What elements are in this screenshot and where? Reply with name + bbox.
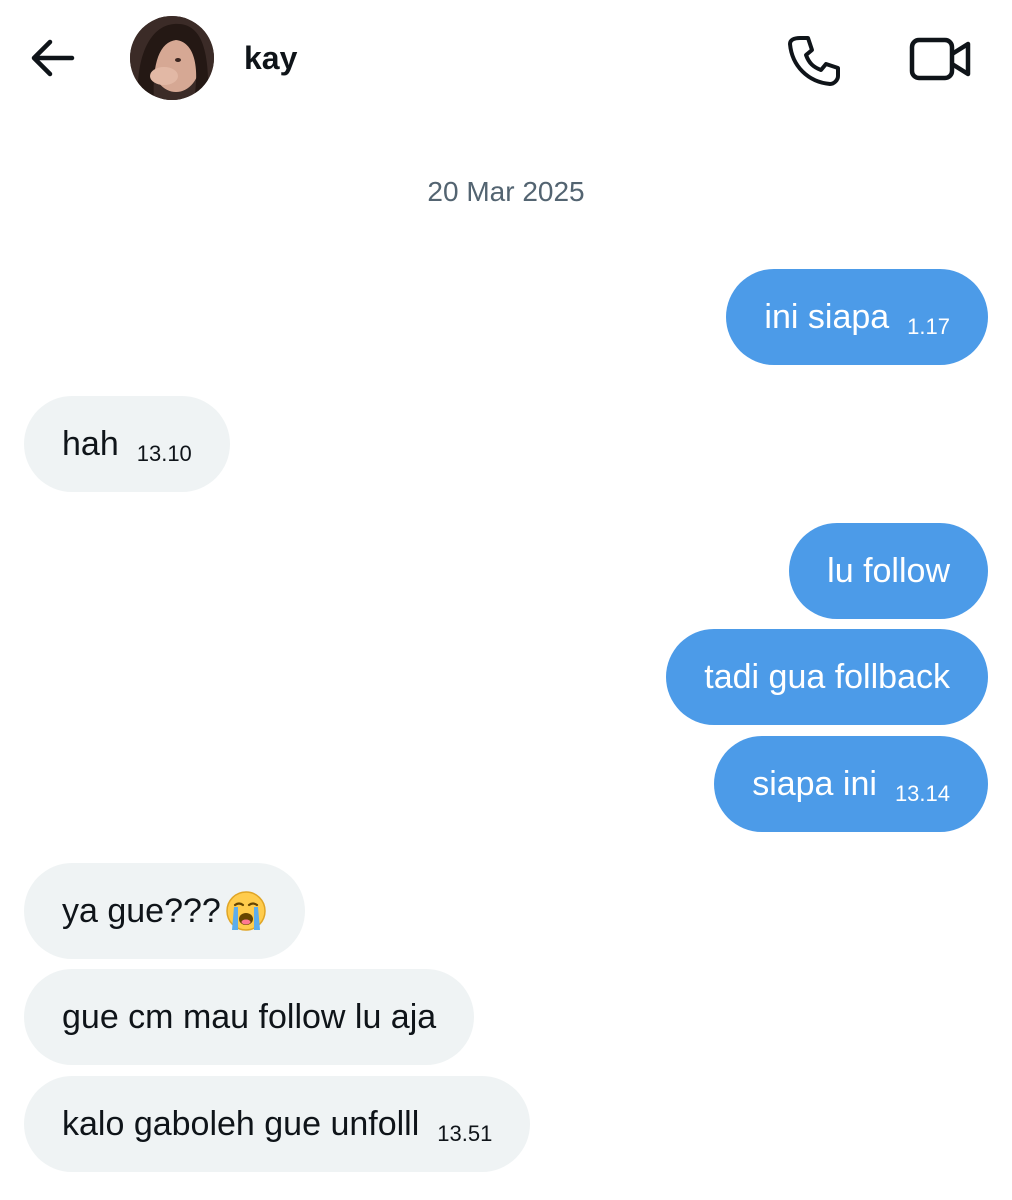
message-bubble-incoming[interactable]: kalo gaboleh gue unfolll 13.51 [24,1076,531,1172]
message-text: hah [62,424,119,463]
message-time: 13.10 [136,441,192,466]
message-text: ya gue??? [62,891,221,930]
message-text: gue cm mau follow lu aja [62,997,437,1036]
avatar-image [130,16,214,100]
back-button[interactable] [28,36,76,80]
loudly-crying-face-icon [226,891,266,931]
phone-icon [788,36,840,86]
message-time: 1.17 [907,314,950,339]
chat-header: kay [0,0,1012,118]
message-bubble-outgoing[interactable]: lu follow [789,523,988,619]
message-bubble-outgoing[interactable]: ini siapa 1.17 [726,269,988,365]
message-bubble-outgoing[interactable]: siapa ini 13.14 [714,736,988,832]
message-time: 13.14 [894,781,950,806]
video-call-button[interactable] [908,34,972,84]
message-bubble-outgoing[interactable]: tadi gua follback [666,629,988,725]
message-text: kalo gaboleh gue unfolll [62,1104,420,1143]
message-bubble-incoming[interactable]: ya gue??? [24,863,305,959]
message-text: ini siapa [764,297,890,336]
call-button[interactable] [786,32,842,88]
message-time: 13.51 [437,1121,493,1146]
message-bubble-incoming[interactable]: hah 13.10 [24,396,230,492]
video-camera-icon [909,37,971,81]
message-text: tadi gua follback [704,657,950,696]
message-text: siapa ini [752,764,877,803]
contact-name[interactable]: kay [244,40,297,77]
message-bubble-incoming[interactable]: gue cm mau follow lu aja [24,969,475,1065]
date-separator: 20 Mar 2025 [427,176,585,207]
arrow-left-icon [31,39,75,77]
avatar[interactable] [130,16,214,100]
message-text: lu follow [827,551,950,590]
